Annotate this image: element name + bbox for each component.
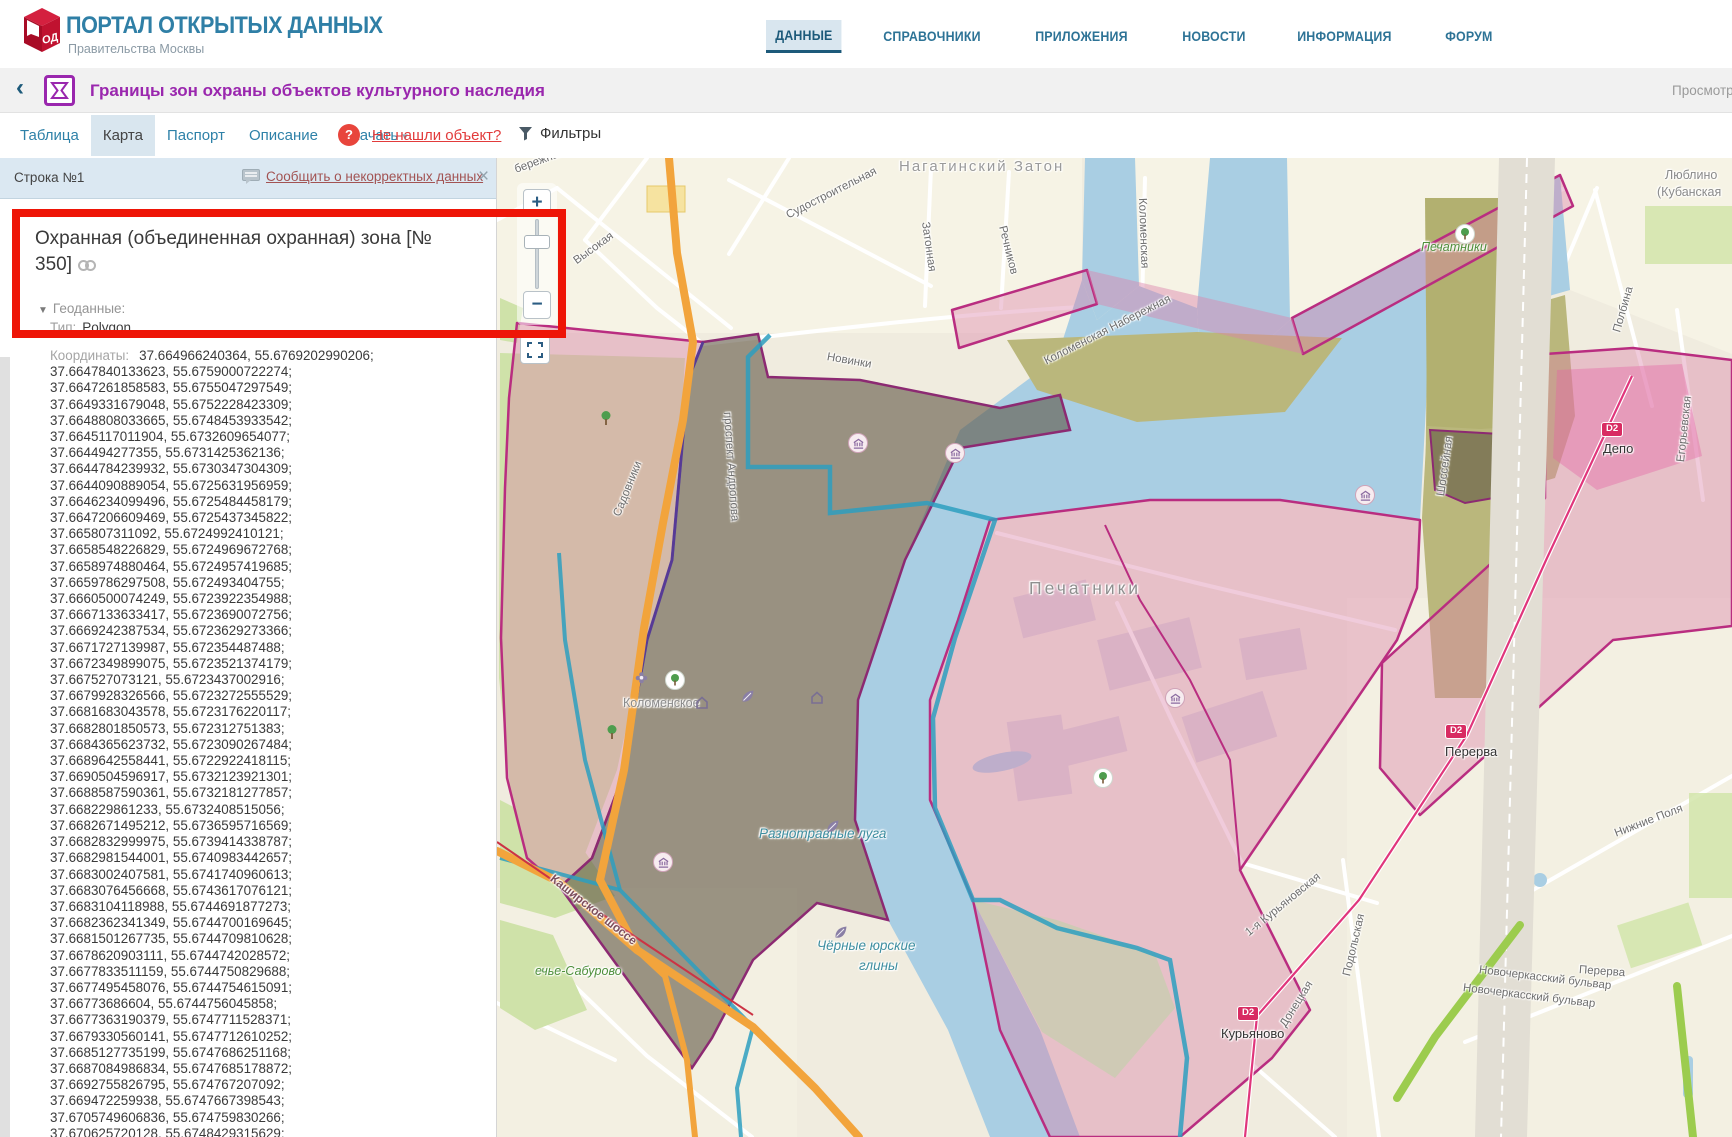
coordinate-pair: 37.6647206609469, 55.6725437345822;	[50, 510, 482, 526]
dataset-title: Границы зон охраны объектов культурного …	[90, 81, 545, 101]
coordinate-pair: 37.6705749606836, 55.674759830266;	[50, 1110, 482, 1126]
coordinate-pair: 37.6647840133623, 55.6759000722274;	[50, 364, 482, 380]
coordinate-pair: 37.6644090889054, 55.6725631956959;	[50, 478, 482, 494]
panel-gutter	[0, 357, 10, 1137]
permalink-icon[interactable]	[78, 253, 96, 279]
dataset-header: ‹ Границы зон охраны объектов культурног…	[0, 68, 1732, 113]
coordinates-list: Координаты:37.664966240364, 55.676920299…	[50, 348, 482, 1137]
record-panel: Строка №1 Сообщить о некорректных данных…	[0, 158, 497, 1137]
zoom-out-button[interactable]: −	[523, 291, 551, 319]
coordinate-pair: 37.6685127735199, 55.6747686251168;	[50, 1045, 482, 1061]
coordinate-pair: 37.6688587590361, 55.6732181277857;	[50, 785, 482, 801]
coordinate-pair: 37.6644784239932, 55.6730347304309;	[50, 461, 482, 477]
nav-item-форум[interactable]: ФОРУМ	[1436, 21, 1502, 51]
extent-icon	[527, 342, 543, 358]
tab-описание[interactable]: Описание	[237, 115, 330, 156]
portal-logo-icon[interactable]: ОД	[22, 6, 62, 60]
coordinate-pair: 37.6660500074249, 55.6723922354988;	[50, 591, 482, 607]
coordinate-pair: 37.665807311092, 55.6724992410121;	[50, 526, 482, 542]
coordinate-pair: 37.6648808033665, 55.6748453933542;	[50, 413, 482, 429]
coordinate-pair: 37.6679330560141, 55.6747712610252;	[50, 1029, 482, 1045]
coordinate-pair: 37.6647261858583, 55.6755047297549;	[50, 380, 482, 396]
nav-item-приложения[interactable]: ПРИЛОЖЕНИЯ	[1026, 21, 1137, 51]
zoom-slider-handle[interactable]	[524, 235, 550, 249]
coordinate-pair: 37.6690504596917, 55.6732123921301;	[50, 769, 482, 785]
coordinate-pair: 37.6677363190379, 55.6747711528371;	[50, 1012, 482, 1028]
coordinate-pair: 37.6684365623732, 55.6723090267484;	[50, 737, 482, 753]
report-incorrect-data[interactable]: Сообщить о некорректных данных	[242, 169, 483, 184]
coordinate-pair: 37.6677495458076, 55.6744754615091;	[50, 980, 482, 996]
coordinate-pair: 37.6658548226829, 55.6724969672768;	[50, 542, 482, 558]
coordinate-pair: 37.6679928326566, 55.6723272555529;	[50, 688, 482, 704]
coordinate-pair: 37.6649331679048, 55.6752228423309;	[50, 397, 482, 413]
coordinate-pair: 37.6672349899075, 55.6723521374179;	[50, 656, 482, 672]
row-title: Строка №1	[14, 170, 84, 185]
tab-паспорт[interactable]: Паспорт	[155, 115, 237, 156]
coordinate-pair: 37.667527073121, 55.6723437002916;	[50, 672, 482, 688]
coordinate-pair: 37.6692755826795, 55.674767207092;	[50, 1077, 482, 1093]
portal-subtitle: Правительства Москвы	[68, 42, 204, 56]
coordinate-pair: 37.6669242387534, 55.6723629273366;	[50, 623, 482, 639]
coordinates-first-line: Координаты:37.664966240364, 55.676920299…	[50, 348, 482, 364]
coordinate-pair: 37.6646234099496, 55.6725484458179;	[50, 494, 482, 510]
coordinate-pair: 37.6677833511159, 55.6744750829688;	[50, 964, 482, 980]
map-graphics	[497, 158, 1732, 1137]
coordinate-pair: 37.668229861233, 55.6732408515056;	[50, 802, 482, 818]
coordinate-pair: 37.6682671495212, 55.6736595716569;	[50, 818, 482, 834]
nav-item-данные[interactable]: ДАННЫЕ	[766, 20, 842, 53]
tab-карта[interactable]: Карта	[91, 115, 155, 156]
report-link-label: Сообщить о некорректных данных	[266, 169, 483, 184]
coordinate-pair: 37.669472259938, 55.6747667398543;	[50, 1093, 482, 1109]
zoom-slider-track[interactable]	[535, 219, 539, 289]
coordinate-pair: 37.6682362341349, 55.6744700169645;	[50, 915, 482, 931]
zoom-in-button[interactable]: +	[523, 189, 551, 217]
coordinate-pair: 37.6659786297508, 55.672493404755;	[50, 575, 482, 591]
coordinate-pair: 37.664494277355, 55.6731425362136;	[50, 445, 482, 461]
tab-таблица[interactable]: Таблица	[8, 115, 91, 156]
coordinate-pair: 37.6683076456668, 55.6743617076121;	[50, 883, 482, 899]
coordinate-pair: 37.6687084986834, 55.6747685178872;	[50, 1061, 482, 1077]
record-panel-header: Строка №1 Сообщить о некорректных данных…	[0, 158, 497, 199]
help-icon[interactable]: ?	[338, 124, 360, 146]
funnel-icon	[518, 126, 533, 141]
main-nav: ДАННЫЕ СПРАВОЧНИКИ ПРИЛОЖЕНИЯ НОВОСТИ ИНФОРМ…	[766, 18, 1508, 54]
coordinate-pair: 37.6645117011904, 55.6732609654077;	[50, 429, 482, 445]
geodata-section-label[interactable]: ▼Геоданные:	[38, 301, 125, 316]
coordinate-pair: 37.6667133633417, 55.6723690072756;	[50, 607, 482, 623]
top-header: ОД ПОРТАЛ ОТКРЫТЫХ ДАННЫХ Правительства …	[0, 0, 1732, 68]
dataset-category-icon	[44, 75, 75, 106]
close-icon[interactable]: ×	[478, 166, 489, 188]
portal-title: ПОРТАЛ ОТКРЫТЫХ ДАННЫХ	[66, 12, 383, 40]
not-found-link[interactable]: Не нашли объект?	[372, 127, 501, 144]
nav-item-справочники[interactable]: СПРАВОЧНИКИ	[874, 21, 990, 51]
portal-window: ОД ПОРТАЛ ОТКРЫТЫХ ДАННЫХ Правительства …	[0, 0, 1732, 1137]
geodata-type: Тип:Polygon	[50, 320, 131, 335]
tab-bar: ТаблицаКартаПаспортОписаниеСкачать▾ ? Не…	[0, 113, 1732, 158]
back-button[interactable]: ‹	[16, 74, 24, 102]
coordinate-pair: 37.6689642558441, 55.6722922418115;	[50, 753, 482, 769]
map-zoom-control: + −	[517, 183, 557, 325]
coordinate-pair: 37.6678620903111, 55.6744742028572;	[50, 948, 482, 964]
coordinate-pair: 37.66773686604, 55.6744756045858;	[50, 996, 482, 1012]
nav-item-новости[interactable]: НОВОСТИ	[1173, 21, 1255, 51]
coordinate-pair: 37.670625720128, 55.6748429315629;	[50, 1126, 482, 1137]
coordinate-pair: 37.6681501267735, 55.6744709810628;	[50, 931, 482, 947]
filters-button[interactable]: Фильтры	[518, 125, 601, 142]
nav-item-информация[interactable]: ИНФОРМАЦИЯ	[1288, 21, 1401, 51]
comment-icon	[242, 169, 260, 184]
coordinate-pair: 37.6658974880464, 55.6724957419685;	[50, 559, 482, 575]
map-canvas[interactable]: бережнаяВысокаяСудостроительнаяЗатоннаяР…	[497, 158, 1732, 1137]
coordinate-pair: 37.6683002407581, 55.6741740960613;	[50, 867, 482, 883]
map-extent-button[interactable]	[520, 335, 550, 364]
coordinate-pair: 37.6682832999975, 55.6739414338787;	[50, 834, 482, 850]
filters-label: Фильтры	[540, 125, 601, 142]
coordinate-pair: 37.6681683043578, 55.6723176220117;	[50, 704, 482, 720]
coordinate-pair: 37.6682981544001, 55.6740983442657;	[50, 850, 482, 866]
views-counter: Просмотре	[1672, 83, 1732, 98]
collapse-triangle-icon: ▼	[38, 305, 48, 316]
coordinate-pair: 37.6683104118988, 55.6744691877273;	[50, 899, 482, 915]
record-title: Охранная (объединенная охранная) зона [№…	[35, 226, 435, 279]
coordinate-pair: 37.6682801850573, 55.672312751383;	[50, 721, 482, 737]
coordinate-pair: 37.6671727139987, 55.672354487488;	[50, 640, 482, 656]
